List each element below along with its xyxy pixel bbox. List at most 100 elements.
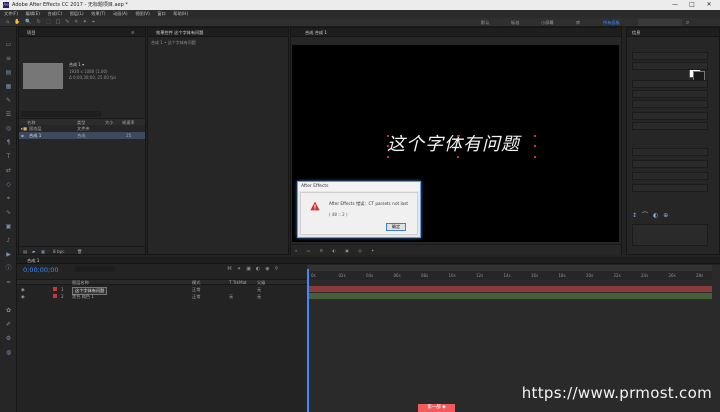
ruler-tick-label: 28s <box>696 273 704 278</box>
character-icon[interactable]: T <box>4 153 13 161</box>
layer-handle[interactable] <box>534 156 536 158</box>
tab-project[interactable]: 项目 <box>27 28 35 37</box>
tab-info[interactable]: 信息 <box>632 28 640 37</box>
workspace-library[interactable]: 库 <box>576 19 580 26</box>
comp-name[interactable]: 合成 1 ▾ <box>69 62 84 68</box>
menu-window[interactable]: 窗口 <box>157 11 165 16</box>
menu-edit[interactable]: 编辑(E) <box>26 11 40 16</box>
tab-timeline[interactable]: 合成 1 <box>27 258 39 264</box>
tracker-tools-icon[interactable]: ↕⌒◐⊕ <box>632 212 708 220</box>
globe-icon[interactable]: ◍ <box>4 349 13 357</box>
viewer-text-layer[interactable]: 这个字体有问题 <box>387 133 535 157</box>
timeline-switch-icons[interactable]: ⌘✦▣◐◉⚲ <box>227 266 283 272</box>
col-trkmat[interactable]: T TrkMat <box>229 280 247 285</box>
paragraph-align-row[interactable] <box>632 148 708 156</box>
wiggle-icon[interactable]: ∿ <box>4 209 13 217</box>
bpc-label[interactable]: 8 bpc <box>53 249 65 254</box>
new-folder-icon[interactable]: ▰ <box>32 249 35 254</box>
settings-icon[interactable]: ⚙ <box>4 335 13 343</box>
menu-animation[interactable]: 动画(A) <box>113 11 128 16</box>
layer-trkmat[interactable]: 无 <box>229 294 233 300</box>
new-comp-icon[interactable]: ▦ <box>41 249 45 254</box>
menu-view[interactable]: 视图(V) <box>135 11 150 16</box>
workspace-small-screen[interactable]: 小屏幕 <box>541 19 554 26</box>
timecode-display[interactable]: 0;00;00;00 <box>23 266 59 274</box>
workspace-all-panels[interactable]: 所有面板 <box>603 19 620 26</box>
timeline-search-input[interactable] <box>75 266 115 272</box>
workspace-default[interactable]: 默认 <box>481 19 489 26</box>
menu-effect[interactable]: 效果(T) <box>91 11 105 16</box>
audio-icon[interactable]: ♪ <box>4 237 13 245</box>
font-size-field[interactable] <box>632 80 708 88</box>
visibility-icon[interactable]: ◉ <box>21 287 25 292</box>
paint-icon[interactable]: ✿ <box>4 307 13 315</box>
workspace-standard[interactable]: 标准 <box>511 19 519 26</box>
project-search-input[interactable] <box>21 111 101 117</box>
brush-icon[interactable]: ✎ <box>4 97 13 105</box>
layer-handle[interactable] <box>387 156 389 158</box>
folder-icon[interactable]: ▭ <box>4 41 13 49</box>
mask-icon[interactable]: ◇ <box>4 181 13 189</box>
space-after-field[interactable] <box>632 184 708 192</box>
smoother-icon[interactable]: ≈ <box>4 279 13 287</box>
space-before-field[interactable] <box>632 172 708 180</box>
search-icon[interactable]: ⌕ <box>686 19 694 26</box>
search-help-input[interactable] <box>638 19 682 26</box>
tab-composition[interactable]: 合成 合成 1 <box>305 28 327 37</box>
table-row[interactable]: ◉ 2 黑色 纯色 1 正常 无 无 <box>17 293 307 300</box>
track-bar-layer-2[interactable] <box>307 293 712 299</box>
target-icon[interactable]: ◎ <box>4 125 13 133</box>
close-button[interactable]: ✕ <box>702 0 716 10</box>
list-item[interactable]: ▪ 合成 1 合成 25 <box>19 132 145 139</box>
comp-viewer-controls[interactable]: ⌕ ▭ ⚙ ◐ ▣ ◎ ✦ <box>291 244 621 255</box>
tab-effect-controls[interactable]: 效果控件 这个字体有问题 <box>156 28 203 37</box>
layer-handle[interactable] <box>387 135 389 137</box>
menu-help[interactable]: 帮助(H) <box>173 11 188 16</box>
trash-icon[interactable]: 🗑 <box>77 249 82 255</box>
layer-handle[interactable] <box>534 145 536 147</box>
maximize-button[interactable]: □ <box>685 0 699 10</box>
font-family-select[interactable] <box>632 52 708 60</box>
label-color-swatch[interactable] <box>53 294 57 298</box>
visibility-icon[interactable]: ◉ <box>21 294 25 299</box>
motion-icon[interactable]: ⇄ <box>4 167 13 175</box>
list-item[interactable]: ▸■ 固态层 文件夹 <box>19 125 145 132</box>
grid-icon[interactable]: ▦ <box>4 83 13 91</box>
interpret-footage-icon[interactable]: ▤ <box>23 249 27 254</box>
indent-field[interactable] <box>632 160 708 168</box>
layers-icon[interactable]: ≡ <box>4 55 13 63</box>
minimize-button[interactable]: — <box>668 0 682 10</box>
layer-parent[interactable]: 无 <box>257 294 261 300</box>
library-icon[interactable]: ▣ <box>4 223 13 231</box>
kerning-field[interactable] <box>632 100 708 108</box>
left-panel-strip: ▭ ≡ ▤ ▦ ✎ ☰ ◎ ¶ T ⇄ ◇ ⌖ ∿ ▣ ♪ ▶ ⓘ ≈ ✿ ✐ … <box>0 27 17 412</box>
tracking-field[interactable] <box>632 112 708 120</box>
align-icon[interactable]: ☰ <box>4 111 13 119</box>
preview-icon[interactable]: ▶ <box>4 251 13 259</box>
font-style-select[interactable] <box>632 62 708 70</box>
info-icon[interactable]: ⓘ <box>4 265 13 273</box>
baseline-field[interactable] <box>632 122 708 130</box>
time-ruler[interactable]: 0s 02s 04s 06s 08s 10s 12s 14s 16s 18s 20s 22s 24s 26… <box>307 271 712 280</box>
layer-name[interactable]: 黑色 纯色 1 <box>72 294 94 300</box>
brushes-icon[interactable]: ✐ <box>4 321 13 329</box>
menu-file[interactable]: 文件(F) <box>4 11 18 16</box>
leading-field[interactable] <box>632 90 708 98</box>
layer-handle[interactable] <box>534 135 536 137</box>
table-row[interactable]: ◉ 1 这个字体有问题 正常 无 <box>17 286 307 295</box>
layer-handle[interactable] <box>387 145 389 147</box>
label-color-swatch[interactable] <box>53 287 57 291</box>
layer-handle[interactable] <box>457 156 459 158</box>
paragraph-icon[interactable]: ¶ <box>4 139 13 147</box>
image-icon[interactable]: ▤ <box>4 69 13 77</box>
playhead[interactable] <box>307 269 309 412</box>
layer-mode[interactable]: 正常 <box>192 294 200 300</box>
effects-breadcrumb: 合成 1 • 这个字体有问题 <box>151 40 196 45</box>
layer-handle[interactable] <box>457 135 459 137</box>
tracker-icon[interactable]: ⌖ <box>4 195 13 203</box>
ok-button[interactable]: 确定 <box>386 223 406 231</box>
menu-composition[interactable]: 合成(C) <box>48 11 63 16</box>
panel-menu-icon[interactable]: ≡ <box>131 28 135 37</box>
menu-layer[interactable]: 图层(L) <box>70 11 84 16</box>
track-bar-layer-1[interactable] <box>307 286 712 292</box>
